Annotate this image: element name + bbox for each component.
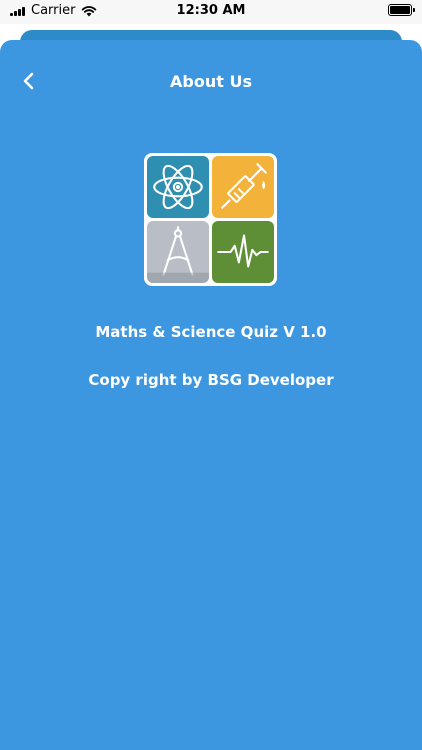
about-sheet: About Us Maths & Science Quiz V 1.0 Copy…	[0, 40, 422, 750]
wave-tile	[212, 221, 274, 283]
compass-tile	[147, 221, 209, 283]
status-bar: Carrier 12:30 AM	[0, 0, 422, 24]
status-right	[388, 4, 415, 16]
copyright-label: Copy right by BSG Developer	[88, 371, 334, 389]
status-time: 12:30 AM	[176, 3, 246, 18]
heartbeat-wave-icon	[217, 234, 269, 268]
atom-icon	[153, 164, 203, 210]
page-title: About Us	[170, 72, 252, 91]
app-logo	[144, 153, 277, 286]
syringe-tile	[212, 156, 274, 218]
atom-tile	[147, 156, 209, 218]
compass-icon	[147, 226, 209, 283]
battery-icon	[388, 4, 415, 16]
syringe-icon	[221, 163, 267, 209]
app-version-label: Maths & Science Quiz V 1.0	[95, 323, 327, 341]
